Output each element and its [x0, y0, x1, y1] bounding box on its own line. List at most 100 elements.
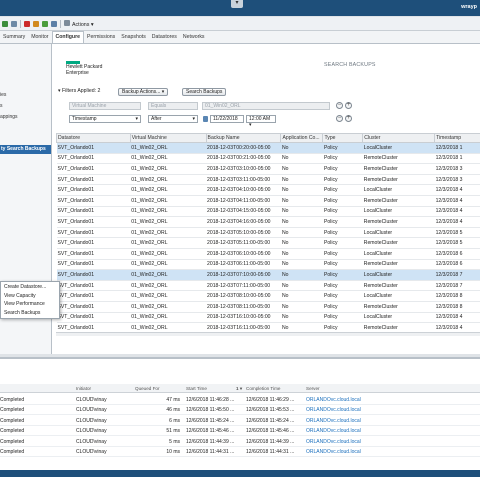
- filter2-date-input[interactable]: 11/22/2018: [210, 115, 244, 123]
- table-row[interactable]: SVT_Orlando01 01_Win02_ORL 2018-12-03T04:1…: [56, 195, 480, 207]
- sidebar-item[interactable]: ies: [0, 92, 6, 98]
- grid-col-header[interactable]: Cluster: [362, 133, 436, 143]
- task-cell: 12/6/2018 11:45:24 ...: [186, 417, 235, 424]
- table-cell: SVT_Orlando01: [56, 280, 131, 292]
- task-row[interactable]: Completed CLOUD\vinay 47 ms 12/6/2018 11:46…: [0, 395, 480, 405]
- add-filter-icon[interactable]: +: [345, 115, 352, 122]
- table-row[interactable]: SVT_Orlando01 01_Win02_ORL 2018-12-03T00:2…: [56, 142, 480, 154]
- calendar-icon[interactable]: [203, 116, 208, 122]
- table-cell: LocalCluster: [362, 290, 435, 302]
- console-icon[interactable]: [51, 20, 57, 27]
- tab-summary[interactable]: Summary: [0, 32, 28, 43]
- tasks-col-start-time[interactable]: Start Time: [186, 386, 207, 391]
- table-row[interactable]: SVT_Orlando01 01_Win02_ORL 2018-12-03T03:1…: [56, 163, 480, 175]
- horizontal-scrollbar[interactable]: [56, 332, 480, 336]
- context-menu: Create Datastore... View Capacity View P…: [0, 281, 60, 319]
- filter2-field-select[interactable]: Timestamp ▾: [69, 115, 141, 123]
- table-row[interactable]: SVT_Orlando01 01_Win02_ORL 2018-12-03T03:1…: [56, 174, 480, 186]
- tasks-col-server[interactable]: Server: [306, 386, 320, 391]
- task-cell: 5 ms: [169, 438, 180, 445]
- table-cell: Policy: [322, 227, 363, 239]
- grid-col-header[interactable]: Backup Name: [205, 133, 282, 143]
- tasks-col-queued-for[interactable]: Queued For: [135, 386, 160, 391]
- tab-monitor[interactable]: Monitor: [28, 32, 51, 43]
- menu-item-view-performance[interactable]: View Performance: [4, 301, 45, 307]
- table-row[interactable]: SVT_Orlando01 01_Win02_ORL 2018-12-03T04:1…: [56, 206, 480, 218]
- tab-datastores[interactable]: Datastores: [149, 32, 180, 43]
- task-cell[interactable]: ORLANDOvc.cloud.local: [306, 397, 361, 403]
- task-row[interactable]: Completed CLOUD\vinay 10 ms 12/6/2018 11:44…: [0, 447, 480, 457]
- sidebar-item-search-backups[interactable]: ty Search Backups: [0, 145, 51, 154]
- grid-col-header[interactable]: Datastore: [56, 133, 131, 143]
- table-row[interactable]: SVT_Orlando01 01_Win02_ORL 2018-12-03T05:1…: [56, 237, 480, 249]
- remove-filter-icon[interactable]: −: [336, 115, 343, 122]
- task-cell[interactable]: ORLANDOvc.cloud.local: [306, 418, 361, 424]
- filter2-operator-select[interactable]: After ▾: [148, 115, 198, 123]
- host-icon[interactable]: [11, 20, 17, 27]
- tasks-col-completion-time[interactable]: Completion Time: [246, 386, 280, 391]
- filters-toggle[interactable]: ▾ Filters Applied: 2: [58, 88, 100, 94]
- stop-icon[interactable]: [24, 20, 30, 27]
- grid-col-header[interactable]: Application Co...: [280, 133, 324, 143]
- table-cell: 01_Win02_ORL: [130, 227, 207, 239]
- task-row[interactable]: Completed CLOUD\vinay 51 ms 12/6/2018 11:45…: [0, 426, 480, 437]
- table-cell: 12/3/2018 4: [434, 322, 480, 332]
- tab-configure[interactable]: Configure: [51, 31, 85, 43]
- play-icon[interactable]: [42, 20, 48, 27]
- filter2-time-select[interactable]: 12:00 AM ▾: [246, 115, 276, 128]
- table-cell: 2018-12-03T05:11:00-05:00: [206, 237, 281, 249]
- tab-networks[interactable]: Networks: [180, 32, 208, 43]
- collapse-chevron-icon[interactable]: ▾: [231, 0, 243, 8]
- table-row[interactable]: SVT_Orlando01 01_Win02_ORL 2018-12-03T05:1…: [56, 227, 480, 239]
- remove-filter-icon[interactable]: −: [336, 102, 343, 109]
- filter1-operator-select[interactable]: Equals: [148, 102, 198, 110]
- task-row[interactable]: Completed CLOUD\vinay 5 ms 12/6/2018 11:44:…: [0, 437, 480, 447]
- filter1-field-select[interactable]: Virtual Machine: [69, 102, 141, 110]
- task-row[interactable]: Completed CLOUD\vinay 6 ms 12/6/2018 11:45:…: [0, 416, 480, 426]
- table-row[interactable]: SVT_Orlando01 01_Win02_ORL 2018-12-03T06:1…: [56, 259, 480, 271]
- task-cell[interactable]: ORLANDOvc.cloud.local: [306, 428, 361, 434]
- table-cell: 2018-12-03T08:11:00-05:00: [206, 301, 281, 313]
- user-menu[interactable]: wrayp: [461, 4, 477, 10]
- table-cell: Policy: [322, 237, 363, 249]
- search-backups-button[interactable]: Search Backups: [182, 88, 227, 96]
- grid-col-header[interactable]: Type: [322, 133, 364, 143]
- tab-snapshots[interactable]: Snapshots: [118, 32, 149, 43]
- table-cell: LocalCluster: [362, 206, 435, 218]
- table-row[interactable]: SVT_Orlando01 01_Win02_ORL 2018-12-03T04:1…: [56, 216, 480, 228]
- task-cell[interactable]: ORLANDOvc.cloud.local: [306, 439, 361, 445]
- backup-actions-button[interactable]: Backup Actions... ▾: [118, 88, 169, 96]
- sidebar-item[interactable]: s: [0, 103, 3, 109]
- menu-item-view-capacity[interactable]: View Capacity: [4, 293, 36, 299]
- task-cell[interactable]: ORLANDOvc.cloud.local: [306, 407, 361, 413]
- chevron-down-icon: ▾: [192, 116, 195, 122]
- tab-permissions[interactable]: Permissions: [84, 32, 118, 43]
- add-filter-icon[interactable]: +: [345, 102, 352, 109]
- table-cell: RemoteCluster: [362, 301, 435, 313]
- grid-col-header[interactable]: Virtual Machine: [129, 133, 207, 143]
- task-cell: CLOUD\vinay: [76, 397, 107, 403]
- table-row[interactable]: SVT_Orlando01 01_Win02_ORL 2018-12-03T08:1…: [56, 290, 480, 302]
- table-row[interactable]: SVT_Orlando01 01_Win02_ORL 2018-12-03T04:1…: [56, 184, 480, 196]
- task-row[interactable]: Completed CLOUD\vinay 46 ms 12/6/2018 11:45…: [0, 405, 480, 416]
- toolbar-divider: [20, 19, 21, 28]
- menu-item-create-datastore[interactable]: Create Datastore...: [4, 284, 46, 290]
- task-cell[interactable]: ORLANDOvc.cloud.local: [306, 449, 361, 455]
- table-row[interactable]: SVT_Orlando01 01_Win02_ORL 2018-12-03T08:1…: [56, 301, 480, 313]
- table-row[interactable]: SVT_Orlando01 01_Win02_ORL 2018-12-03T00:2…: [56, 153, 480, 165]
- table-row[interactable]: SVT_Orlando01 01_Win02_ORL 2018-12-03T06:1…: [56, 248, 480, 260]
- actions-menu[interactable]: Actions ▾: [64, 19, 94, 28]
- sidebar-item[interactable]: appings: [0, 114, 18, 120]
- vm-icon[interactable]: [2, 20, 8, 27]
- table-row[interactable]: SVT_Orlando01 01_Win02_ORL 2018-12-03T07:1…: [56, 280, 480, 292]
- table-row[interactable]: SVT_Orlando01 01_Win02_ORL 2018-12-03T16:1…: [56, 322, 480, 332]
- table-row[interactable]: SVT_Orlando01 01_Win02_ORL 2018-12-03T16:1…: [56, 312, 480, 324]
- pause-icon[interactable]: [33, 20, 39, 27]
- grid-col-header[interactable]: Timestamp: [434, 133, 480, 143]
- actions-label: Actions: [72, 21, 90, 28]
- table-row[interactable]: SVT_Orlando01 01_Win02_ORL 2018-12-03T07:1…: [56, 269, 480, 281]
- table-cell: No: [280, 312, 323, 324]
- filter1-value-input[interactable]: 01_Win02_ORL: [202, 102, 330, 110]
- menu-item-search-backups[interactable]: Search Backups: [4, 310, 40, 316]
- tasks-col-initiator[interactable]: Initiator: [76, 386, 91, 391]
